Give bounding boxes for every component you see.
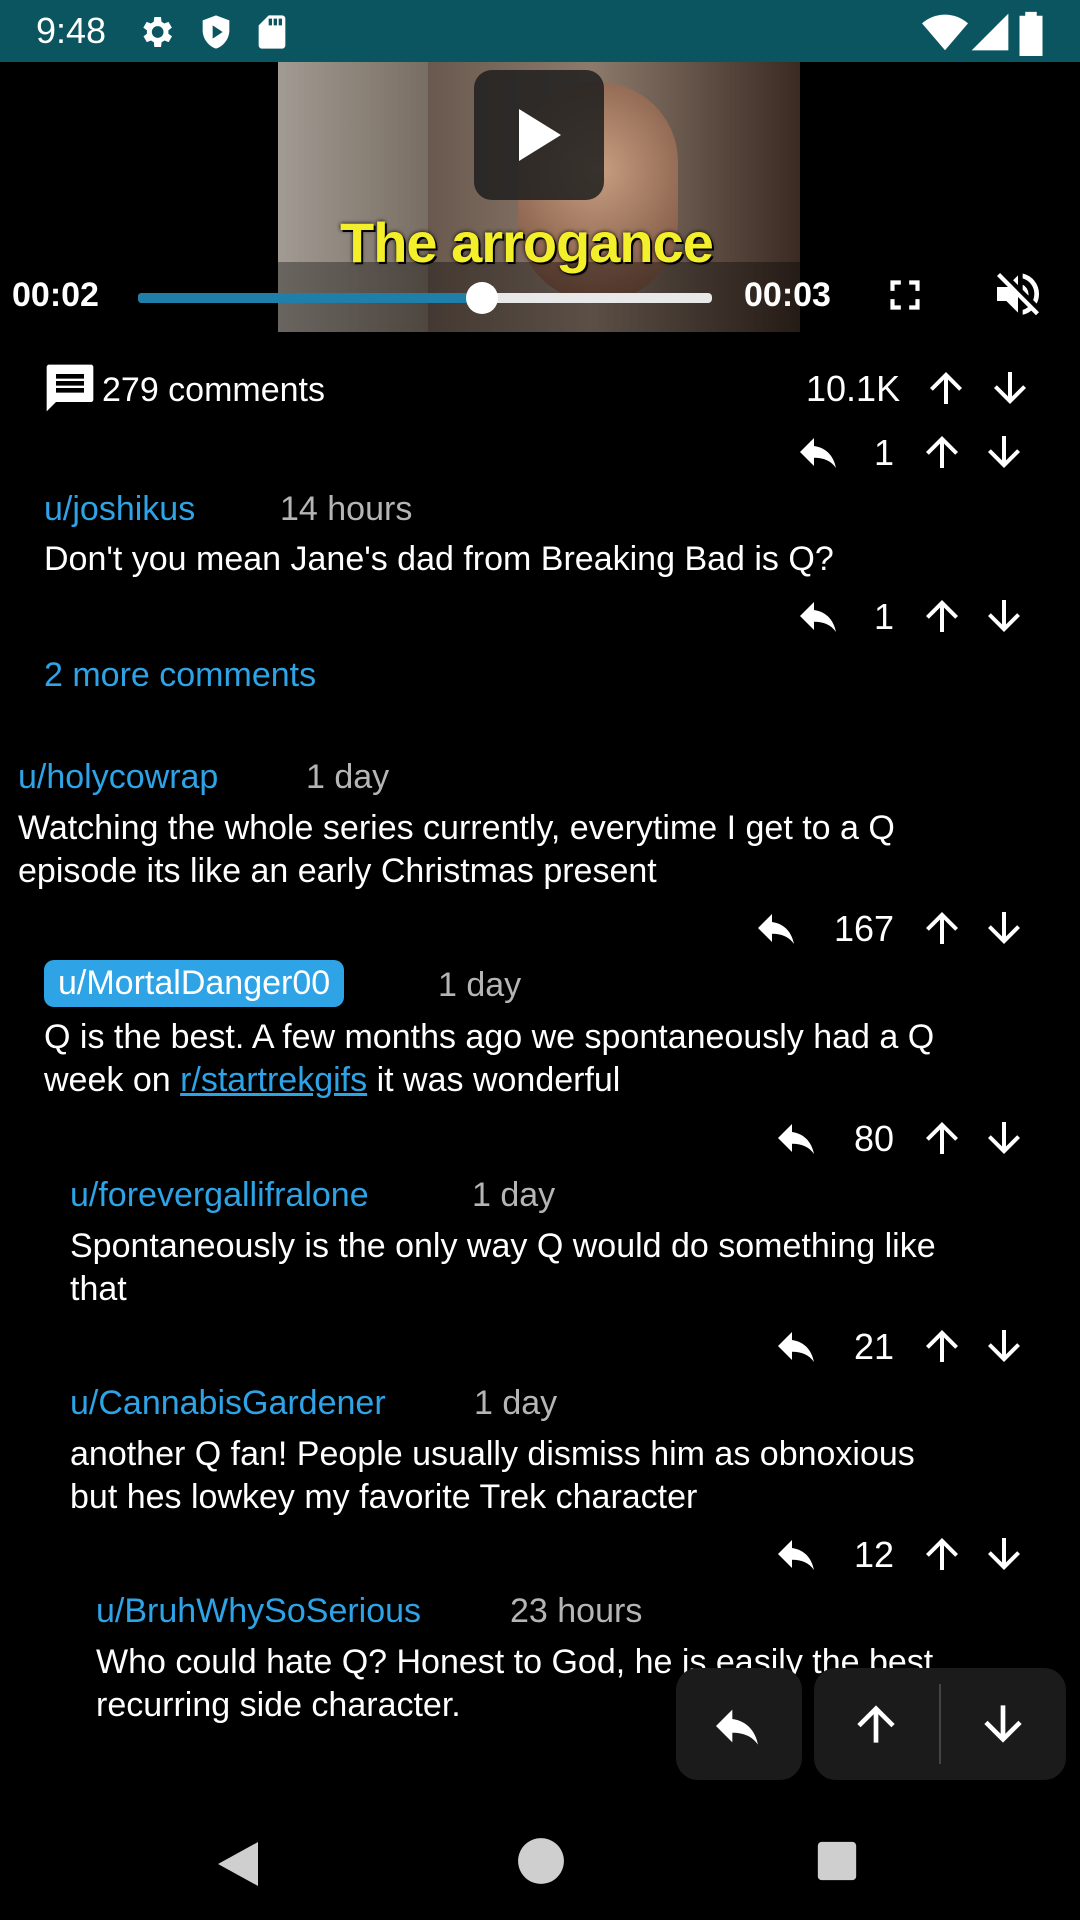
upvote-arrow-icon[interactable] (918, 1530, 966, 1578)
comment-author[interactable]: u/BruhWhySoSerious (96, 1592, 421, 1631)
comment-text-line: episode its like an early Christmas pres… (18, 852, 657, 890)
fab-downvote-button[interactable] (941, 1668, 1066, 1780)
volume-mute-icon[interactable] (990, 266, 1046, 322)
video-duration: 00:03 (744, 276, 831, 314)
seek-handle[interactable] (466, 282, 498, 314)
navigation-bar (0, 1808, 1080, 1920)
status-time: 9:48 (36, 10, 107, 51)
comment-votes: 1 (874, 596, 895, 637)
comment-text-line: Spontaneously is the only way Q would do… (70, 1227, 936, 1265)
downvote-arrow-icon (984, 1705, 1022, 1743)
fab-vote-group (814, 1668, 1066, 1780)
comment-text-line: but hes lowkey my favorite Trek characte… (70, 1478, 698, 1516)
cell-signal-icon (971, 13, 1009, 51)
comment-age: 1 day (472, 1176, 556, 1214)
comment-text-line: that (70, 1270, 127, 1308)
reply-icon[interactable] (752, 904, 800, 952)
play-icon (519, 109, 561, 161)
seek-bar-progress (138, 293, 482, 303)
video-caption: The arrogance (340, 211, 714, 274)
comment-icon (46, 364, 94, 412)
reply-icon[interactable] (794, 428, 842, 476)
post-score: 10.1K (806, 368, 901, 409)
comment-text-line: another Q fan! People usually dismiss hi… (70, 1435, 915, 1473)
wifi-icon (922, 14, 968, 51)
comment-author[interactable]: u/forevergallifralone (70, 1176, 369, 1215)
upvote-arrow-icon[interactable] (918, 1322, 966, 1370)
comment-text-line: Who could hate Q? Honest to God, he is e… (96, 1643, 934, 1681)
downvote-arrow-icon[interactable] (980, 428, 1028, 476)
comment-votes: 80 (854, 1118, 895, 1159)
upvote-arrow-icon[interactable] (918, 428, 966, 476)
settings-icon (143, 17, 172, 47)
downvote-arrow-icon[interactable] (980, 1322, 1028, 1370)
downvote-arrow-icon[interactable] (980, 904, 1028, 952)
comment-age: 1 day (306, 758, 390, 796)
comment-text-line: week on r/startrekgifs it was wonderful (44, 1061, 621, 1099)
sd-card-icon (258, 15, 286, 49)
comments-count: 279 comments (102, 371, 325, 409)
reply-icon[interactable] (794, 592, 842, 640)
comment-text: Don't you mean Jane's dad from Breaking … (44, 540, 834, 578)
comment-votes: 1 (874, 432, 895, 473)
status-bar: 9:48 (0, 0, 1080, 62)
fab-reply-button[interactable] (676, 1668, 802, 1780)
reply-icon[interactable] (772, 1114, 820, 1162)
comment-votes: 12 (854, 1534, 895, 1575)
comment-author[interactable]: u/holycowrap (18, 758, 218, 797)
back-icon[interactable] (214, 1838, 262, 1890)
post-downvote-arrow-icon[interactable] (986, 364, 1034, 412)
play-button[interactable] (474, 70, 604, 200)
reply-icon[interactable] (772, 1322, 820, 1370)
upvote-arrow-icon[interactable] (918, 904, 966, 952)
upvote-arrow-icon (857, 1705, 895, 1743)
comment-text-line: Q is the best. A few months ago we spont… (44, 1018, 935, 1056)
comment-author[interactable]: u/joshikus (44, 490, 195, 529)
shield-play-icon (202, 15, 230, 49)
downvote-arrow-icon[interactable] (980, 1114, 1028, 1162)
battery-icon (1019, 11, 1043, 56)
home-icon[interactable] (516, 1836, 566, 1886)
comment-votes: 167 (834, 908, 895, 949)
reply-icon[interactable] (772, 1530, 820, 1578)
comment-author-highlighted[interactable]: u/MortalDanger00 (44, 960, 345, 1007)
post-upvote-arrow-icon[interactable] (922, 364, 970, 412)
fab-upvote-button[interactable] (814, 1668, 939, 1780)
more-comments-link[interactable]: 2 more comments (44, 656, 316, 695)
fullscreen-icon[interactable] (880, 270, 930, 320)
downvote-arrow-icon[interactable] (980, 592, 1028, 640)
comment-text-line: recurring side character. (96, 1686, 461, 1724)
subreddit-link[interactable]: r/startrekgifs (180, 1061, 367, 1099)
upvote-arrow-icon[interactable] (918, 1114, 966, 1162)
comment-age: 1 day (474, 1384, 558, 1422)
comment-votes: 21 (854, 1326, 895, 1367)
video-current-time: 00:02 (12, 276, 99, 314)
comment-age: 14 hours (280, 490, 413, 528)
comment-age: 23 hours (510, 1592, 643, 1630)
upvote-arrow-icon[interactable] (918, 592, 966, 640)
downvote-arrow-icon[interactable] (980, 1530, 1028, 1578)
recents-icon[interactable] (814, 1838, 860, 1884)
comment-text-line: Watching the whole series currently, eve… (18, 809, 895, 847)
comment-author[interactable]: u/CannabisGardener (70, 1384, 386, 1423)
reply-icon (716, 1709, 758, 1745)
comment-age: 1 day (438, 966, 522, 1004)
